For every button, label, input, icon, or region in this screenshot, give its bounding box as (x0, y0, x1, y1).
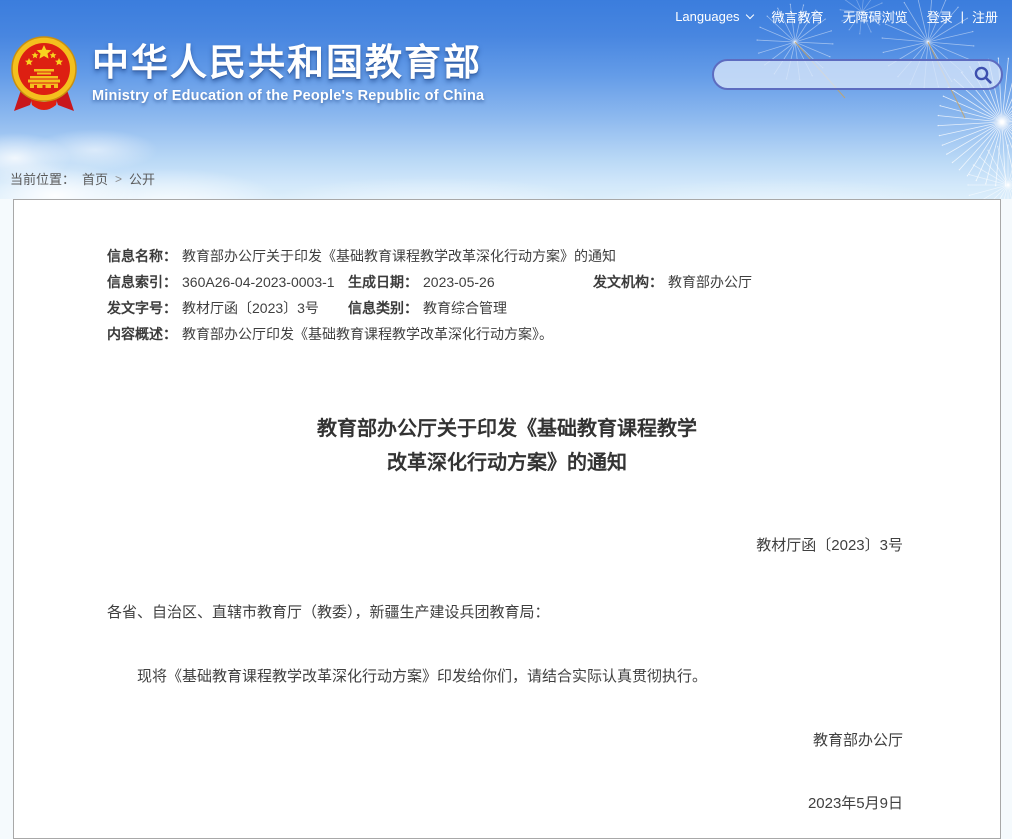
meta-category-label: 信息类别： (348, 300, 418, 316)
document-signer: 教育部办公厅 (14, 729, 1000, 750)
document-date: 2023年5月9日 (14, 792, 1000, 813)
meta-number-label: 发文字号： (107, 300, 177, 316)
meta-category-value: 教育综合管理 (423, 300, 507, 316)
meta-row-index: 信息索引： 360A26-04-2023-0003-1 生成日期： 2023-05-… (14, 272, 1000, 298)
meta-row-summary: 内容概述： 教育部办公厅印发《基础教育课程教学改革深化行动方案》。 (14, 324, 1000, 350)
breadcrumb-current[interactable]: 公开 (129, 169, 155, 188)
meta-agency-label: 发文机构： (593, 274, 663, 290)
meta-number-value: 教材厅函〔2023〕3号 (182, 300, 319, 316)
auth-group: 登录 | 注册 (927, 7, 998, 26)
site-subtitle: Ministry of Education of the People's Re… (92, 88, 484, 104)
meta-number: 发文字号： 教材厅函〔2023〕3号 (107, 298, 319, 318)
search-input[interactable] (714, 67, 973, 83)
document-meta: 信息名称： 教育部办公厅关于印发《基础教育课程教学改革深化行动方案》的通知 信息索… (14, 246, 1000, 350)
national-emblem-icon (10, 35, 78, 117)
login-link[interactable]: 登录 (927, 7, 953, 26)
auth-divider: | (961, 9, 964, 24)
document-body: 现将《基础教育课程教学改革深化行动方案》印发给你们，请结合实际认真贯彻执行。 (14, 666, 1000, 689)
register-link[interactable]: 注册 (972, 7, 998, 26)
meta-summary: 内容概述： 教育部办公厅印发《基础教育课程教学改革深化行动方案》。 (107, 324, 553, 344)
document-title: 教育部办公厅关于印发《基础教育课程教学 改革深化行动方案》的通知 (14, 412, 1000, 480)
meta-agency: 发文机构： 教育部办公厅 (593, 272, 752, 292)
meta-index: 信息索引： 360A26-04-2023-0003-1 (107, 272, 335, 292)
languages-label: Languages (675, 9, 739, 24)
topbar: Languages 微言教育 无障碍浏览 登录 | 注册 (675, 7, 998, 26)
topbar-link-wechat[interactable]: 微言教育 (772, 7, 824, 26)
document-salutation: 各省、自治区、直辖市教育厅（教委），新疆生产建设兵团教育局： (14, 601, 1000, 622)
meta-row-name: 信息名称： 教育部办公厅关于印发《基础教育课程教学改革深化行动方案》的通知 (14, 246, 1000, 272)
search-bar (712, 59, 1003, 90)
search-icon (973, 65, 993, 85)
header-banner: Languages 微言教育 无障碍浏览 登录 | 注册 (0, 0, 1012, 199)
site-title: 中华人民共和国教育部 (92, 43, 484, 84)
chevron-down-icon (745, 10, 753, 18)
document-number: 教材厅函〔2023〕3号 (14, 534, 1000, 555)
document-title-line2: 改革深化行动方案》的通知 (14, 446, 1000, 480)
brand-text: 中华人民共和国教育部 Ministry of Education of the … (92, 43, 484, 117)
breadcrumb-separator: > (115, 172, 122, 186)
meta-gen-date-value: 2023-05-26 (423, 274, 495, 290)
breadcrumb: 当前位置： 首页 > 公开 (10, 169, 155, 188)
meta-name-value: 教育部办公厅关于印发《基础教育课程教学改革深化行动方案》的通知 (182, 248, 616, 264)
meta-row-number: 发文字号： 教材厅函〔2023〕3号 信息类别： 教育综合管理 (14, 298, 1000, 324)
languages-menu[interactable]: Languages (675, 9, 752, 24)
meta-summary-label: 内容概述： (107, 326, 177, 342)
meta-gen-date: 生成日期： 2023-05-26 (348, 272, 495, 292)
meta-agency-value: 教育部办公厅 (668, 274, 752, 290)
meta-summary-value: 教育部办公厅印发《基础教育课程教学改革深化行动方案》。 (182, 326, 553, 342)
document-card: 信息名称： 教育部办公厅关于印发《基础教育课程教学改革深化行动方案》的通知 信息索… (13, 199, 1001, 839)
document-title-line1: 教育部办公厅关于印发《基础教育课程教学 (14, 412, 1000, 446)
meta-index-value: 360A26-04-2023-0003-1 (182, 274, 335, 290)
meta-index-label: 信息索引： (107, 274, 177, 290)
breadcrumb-prefix: 当前位置： (10, 169, 75, 188)
search-button[interactable] (973, 65, 1001, 85)
site-brand[interactable]: 中华人民共和国教育部 Ministry of Education of the … (10, 35, 484, 117)
meta-name: 信息名称： 教育部办公厅关于印发《基础教育课程教学改革深化行动方案》的通知 (107, 246, 616, 266)
meta-category: 信息类别： 教育综合管理 (348, 298, 507, 318)
topbar-link-accessibility[interactable]: 无障碍浏览 (843, 7, 908, 26)
meta-name-label: 信息名称： (107, 248, 177, 264)
meta-gen-date-label: 生成日期： (348, 274, 418, 290)
breadcrumb-home[interactable]: 首页 (82, 169, 108, 188)
